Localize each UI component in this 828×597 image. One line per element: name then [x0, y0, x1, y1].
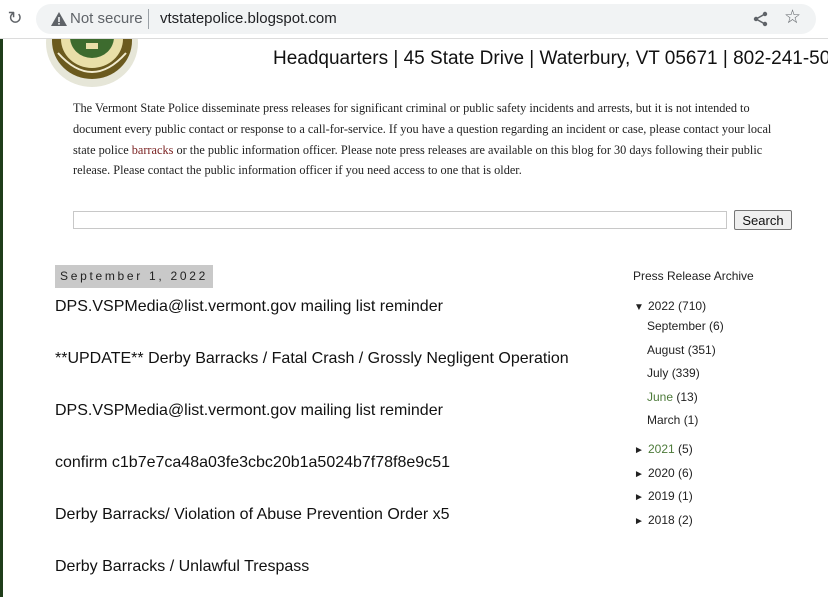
archive-title: Press Release Archive	[633, 269, 754, 283]
archive-month-june[interactable]: June (13)	[647, 390, 698, 404]
archive-count: (339)	[671, 366, 700, 380]
archive-month-july[interactable]: July (339)	[647, 366, 700, 380]
archive-month-label[interactable]: June	[647, 390, 673, 404]
post-title[interactable]: Derby Barracks / Unlawful Trespass	[55, 557, 309, 577]
archive-month-september[interactable]: September (6)	[647, 319, 724, 333]
post-title[interactable]: DPS.VSPMedia@list.vermont.gov mailing li…	[55, 401, 443, 421]
barracks-link[interactable]: barracks	[132, 143, 174, 157]
intro-text-2: or the public information officer. Pleas…	[73, 142, 763, 178]
archive-year-label[interactable]: 2019	[648, 489, 675, 503]
archive-month-label[interactable]: March	[647, 413, 680, 427]
search-button[interactable]: Search	[734, 210, 792, 230]
archive-count: (5)	[678, 442, 693, 456]
archive-month-label[interactable]: August	[647, 343, 684, 357]
expand-arrow-icon[interactable]: ►	[634, 515, 648, 529]
archive-count: (6)	[678, 466, 693, 480]
archive-count: (1)	[683, 413, 699, 427]
archive-month-march[interactable]: March (1)	[647, 413, 698, 427]
url-divider	[148, 9, 149, 29]
archive-year-2018[interactable]: ► 2018 (2)	[634, 513, 693, 529]
archive-month-label[interactable]: September	[647, 319, 706, 333]
archive-year-label[interactable]: 2021	[648, 442, 675, 456]
post-title[interactable]: DPS.VSPMedia@list.vermont.gov mailing li…	[55, 297, 443, 317]
archive-count: (1)	[678, 489, 693, 503]
archive-year-label[interactable]: 2022	[648, 299, 675, 313]
expand-arrow-icon[interactable]: ►	[634, 444, 648, 458]
expand-arrow-icon[interactable]: ►	[634, 468, 648, 482]
archive-year-label[interactable]: 2018	[648, 513, 675, 527]
archive-year-2019[interactable]: ► 2019 (1)	[634, 489, 693, 505]
archive-year-2021[interactable]: ► 2021 (5)	[634, 442, 693, 458]
date-header: September 1, 2022	[55, 265, 213, 288]
headquarters-contact: Headquarters | 45 State Drive | Waterbur…	[273, 48, 828, 69]
collapse-arrow-icon[interactable]: ▼	[634, 301, 648, 315]
warning-icon[interactable]	[50, 10, 68, 28]
page-left-border	[0, 39, 3, 597]
archive-count: (710)	[678, 299, 707, 313]
address-bar[interactable]: Not secure vtstatepolice.blogspot.com ☆	[36, 4, 816, 34]
post-title[interactable]: **UPDATE** Derby Barracks / Fatal Crash …	[55, 349, 569, 369]
archive-count: (13)	[676, 390, 698, 404]
share-icon[interactable]	[752, 10, 770, 28]
state-police-seal-logo	[46, 39, 138, 87]
archive-count: (2)	[678, 513, 693, 527]
post-title[interactable]: confirm c1b7e7ca48a03fe3cbc20b1a5024b7f7…	[55, 453, 450, 473]
url-text[interactable]: vtstatepolice.blogspot.com	[160, 10, 337, 28]
security-label[interactable]: Not secure	[70, 10, 143, 28]
post-title[interactable]: Derby Barracks/ Violation of Abuse Preve…	[55, 505, 450, 525]
expand-arrow-icon[interactable]: ►	[634, 491, 648, 505]
reload-icon[interactable]: ↻	[5, 8, 25, 28]
archive-count: (351)	[687, 343, 716, 357]
archive-month-august[interactable]: August (351)	[647, 343, 716, 357]
archive-year-2020[interactable]: ► 2020 (6)	[634, 466, 693, 482]
archive-year-2022[interactable]: ▼ 2022 (710)	[634, 299, 706, 315]
browser-toolbar: ↻ Not secure vtstatepolice.blogspot.com …	[0, 0, 828, 39]
bookmark-star-icon[interactable]: ☆	[784, 7, 801, 29]
archive-count: (6)	[709, 319, 724, 333]
archive-month-label[interactable]: July	[647, 366, 668, 380]
archive-year-label[interactable]: 2020	[648, 466, 675, 480]
search-input[interactable]	[73, 211, 727, 229]
intro-paragraph: The Vermont State Police disseminate pre…	[73, 98, 795, 181]
